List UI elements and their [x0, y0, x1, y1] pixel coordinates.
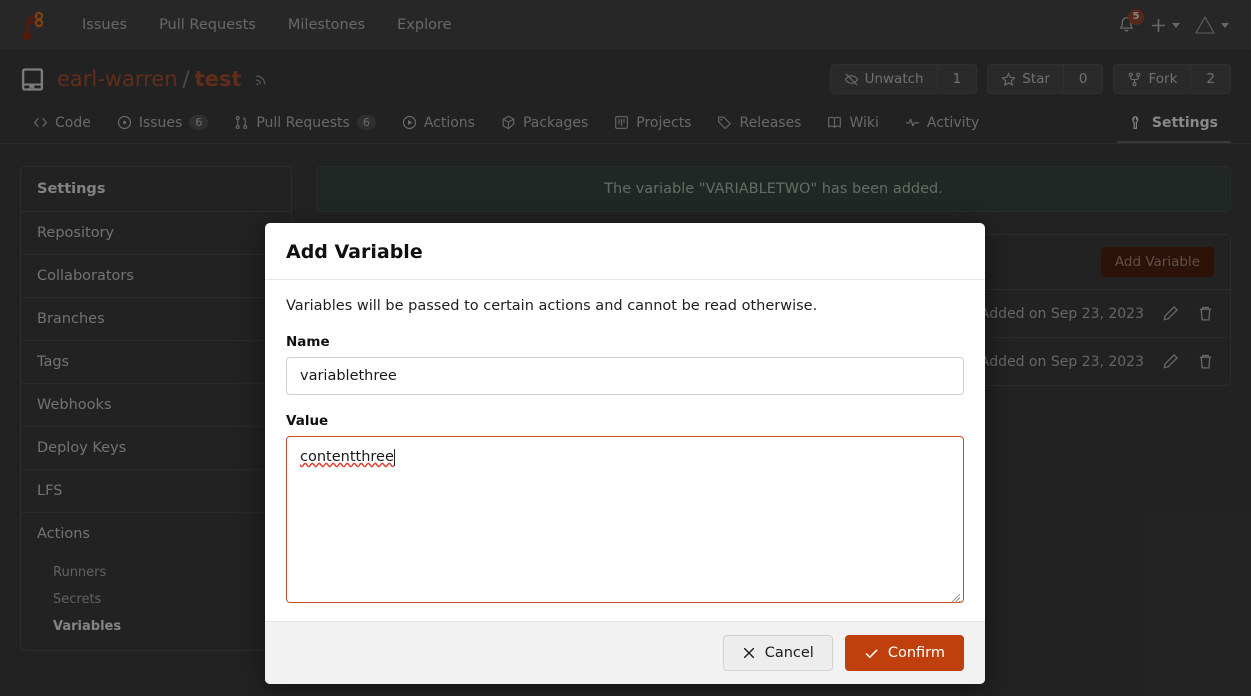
modal-description: Variables will be passed to certain acti… [286, 298, 964, 314]
value-field-label: Value [286, 413, 964, 429]
cancel-button-label: Cancel [765, 645, 814, 661]
confirm-button-label: Confirm [888, 645, 945, 661]
cancel-button[interactable]: Cancel [723, 635, 833, 671]
add-variable-modal: Add Variable Variables will be passed to… [265, 223, 985, 684]
check-icon [864, 646, 879, 661]
modal-body: Variables will be passed to certain acti… [265, 280, 985, 621]
text-cursor [394, 449, 395, 466]
variable-name-input[interactable] [286, 357, 964, 395]
modal-header: Add Variable [265, 223, 985, 280]
modal-footer: Cancel Confirm [265, 621, 985, 684]
confirm-button[interactable]: Confirm [845, 635, 964, 671]
value-textarea-wrapper: contentthree contentthree [286, 436, 964, 603]
variable-value-textarea[interactable]: contentthree [286, 436, 964, 603]
modal-title: Add Variable [286, 241, 964, 263]
x-icon [742, 646, 756, 660]
name-field-label: Name [286, 334, 964, 350]
